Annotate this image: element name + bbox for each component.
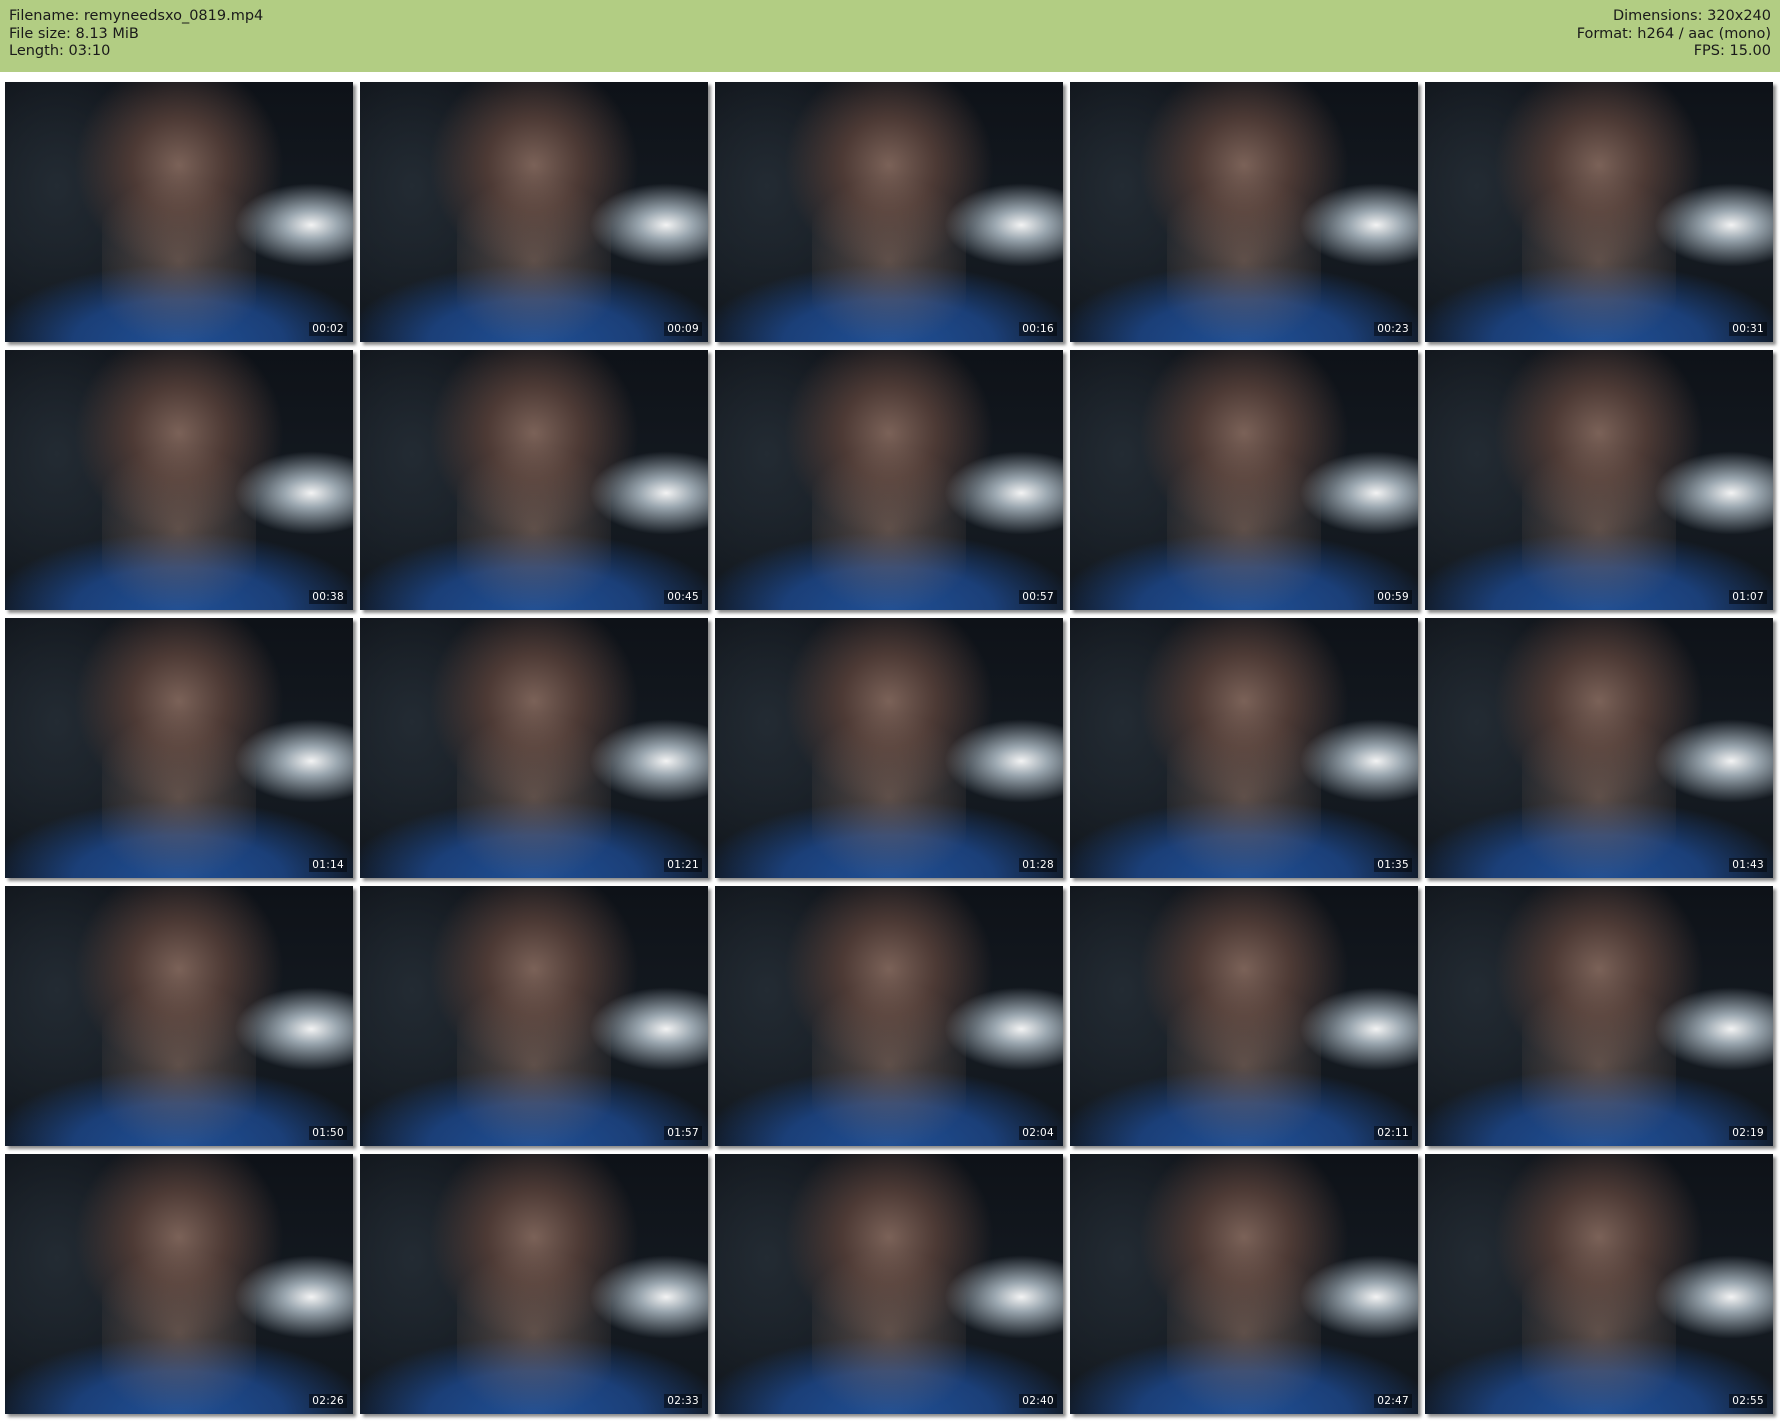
thumbnail-figure [812, 128, 966, 342]
filename-line: Filename: remyneedsxo_0819.mp4 [9, 8, 263, 26]
thumbnail-figure [812, 396, 966, 610]
thumbnail-timestamp: 02:11 [1374, 1126, 1412, 1140]
video-thumbnail[interactable]: 00:09 [360, 82, 708, 342]
video-thumbnail[interactable]: 02:33 [360, 1154, 708, 1414]
thumbnail-timestamp: 00:16 [1019, 322, 1057, 336]
video-thumbnail[interactable]: 00:16 [715, 82, 1063, 342]
thumbnail-figure [1522, 128, 1676, 342]
video-thumbnail[interactable]: 01:07 [1425, 350, 1773, 610]
video-thumbnail[interactable]: 01:50 [5, 886, 353, 1146]
thumbnail-timestamp: 00:57 [1019, 590, 1057, 604]
thumbnail-timestamp: 02:19 [1729, 1126, 1767, 1140]
thumbnail-figure [1522, 664, 1676, 878]
video-thumbnail[interactable]: 01:28 [715, 618, 1063, 878]
thumbnail-figure [812, 932, 966, 1146]
length-line: Length: 03:10 [9, 43, 263, 61]
thumbnail-timestamp: 01:35 [1374, 858, 1412, 872]
thumbnail-timestamp: 00:23 [1374, 322, 1412, 336]
thumbnail-figure [102, 1200, 256, 1414]
filename-value: remyneedsxo_0819.mp4 [83, 8, 264, 24]
thumbnail-figure [457, 664, 611, 878]
thumbnail-timestamp: 02:04 [1019, 1126, 1057, 1140]
video-thumbnail[interactable]: 02:55 [1425, 1154, 1773, 1414]
file-info: Filename: remyneedsxo_0819.mp4 File size… [9, 8, 263, 61]
thumbnail-figure [1167, 932, 1321, 1146]
thumbnail-figure [102, 664, 256, 878]
thumbnail-timestamp: 01:43 [1729, 858, 1767, 872]
format-label: Format: [1576, 25, 1633, 42]
thumbnail-figure [102, 396, 256, 610]
thumbnail-figure [1522, 396, 1676, 610]
thumbnail-figure [1522, 932, 1676, 1146]
video-thumbnail[interactable]: 01:35 [1070, 618, 1418, 878]
video-thumbnail[interactable]: 00:23 [1070, 82, 1418, 342]
video-thumbnail[interactable]: 00:02 [5, 82, 353, 342]
thumbnail-timestamp: 01:57 [664, 1126, 702, 1140]
thumbnail-timestamp: 00:31 [1729, 322, 1767, 336]
thumbnail-figure [457, 932, 611, 1146]
thumbnail-figure [457, 1200, 611, 1414]
video-thumbnail[interactable]: 01:21 [360, 618, 708, 878]
thumbnail-figure [1167, 1200, 1321, 1414]
thumbnail-timestamp: 00:59 [1374, 590, 1412, 604]
video-thumbnail[interactable]: 01:57 [360, 886, 708, 1146]
video-thumbnail[interactable]: 02:04 [715, 886, 1063, 1146]
fps-line: FPS: 15.00 [1577, 43, 1771, 61]
filename-label: Filename: [9, 8, 80, 24]
thumbnail-figure [457, 128, 611, 342]
info-header: Filename: remyneedsxo_0819.mp4 File size… [0, 0, 1780, 72]
fps-label: FPS: [1693, 43, 1725, 59]
fps-value: 15.00 [1729, 43, 1771, 59]
video-thumbnail[interactable]: 00:38 [5, 350, 353, 610]
thumbnail-timestamp: 00:45 [664, 590, 702, 604]
thumbnail-timestamp: 01:21 [664, 858, 702, 872]
thumbnail-figure [812, 664, 966, 878]
video-thumbnail[interactable]: 01:14 [5, 618, 353, 878]
dimensions-line: Dimensions: 320x240 [1577, 8, 1771, 26]
thumbnail-figure [102, 128, 256, 342]
thumbnail-timestamp: 02:40 [1019, 1394, 1057, 1408]
format-line: Format: h264 / aac (mono) [1577, 26, 1771, 44]
video-thumbnail[interactable]: 00:57 [715, 350, 1063, 610]
dimensions-label: Dimensions: [1612, 8, 1703, 24]
video-thumbnail[interactable]: 02:19 [1425, 886, 1773, 1146]
thumbnail-timestamp: 00:09 [664, 322, 702, 336]
video-thumbnail[interactable]: 00:45 [360, 350, 708, 610]
thumbnail-timestamp: 02:33 [664, 1394, 702, 1408]
thumbnail-timestamp: 01:28 [1019, 858, 1057, 872]
video-thumbnail[interactable]: 02:11 [1070, 886, 1418, 1146]
filesize-line: File size: 8.13 MiB [9, 26, 263, 44]
thumbnail-timestamp: 00:02 [309, 322, 347, 336]
thumbnail-timestamp: 01:07 [1729, 590, 1767, 604]
video-info: Dimensions: 320x240 Format: h264 / aac (… [1577, 8, 1771, 61]
thumbnail-timestamp: 02:47 [1374, 1394, 1412, 1408]
length-label: Length: [9, 43, 64, 59]
thumbnail-figure [457, 396, 611, 610]
video-thumbnail[interactable]: 00:59 [1070, 350, 1418, 610]
thumbnail-grid: 00:02 00:09 00:16 00:23 00:31 00:38 00:45 00:57… [5, 82, 1775, 1414]
video-thumbnail[interactable]: 02:26 [5, 1154, 353, 1414]
thumbnail-timestamp: 00:38 [309, 590, 347, 604]
thumbnail-figure [102, 932, 256, 1146]
thumbnail-figure [1167, 396, 1321, 610]
thumbnail-figure [1167, 128, 1321, 342]
thumbnail-figure [812, 1200, 966, 1414]
filesize-value: 8.13 MiB [75, 25, 139, 42]
dimensions-value: 320x240 [1707, 8, 1771, 24]
video-thumbnail[interactable]: 02:47 [1070, 1154, 1418, 1414]
video-thumbnail[interactable]: 01:43 [1425, 618, 1773, 878]
video-thumbnail[interactable]: 02:40 [715, 1154, 1063, 1414]
thumbnail-timestamp: 01:14 [309, 858, 347, 872]
thumbnail-timestamp: 01:50 [309, 1126, 347, 1140]
thumbnail-figure [1522, 1200, 1676, 1414]
thumbnail-timestamp: 02:55 [1729, 1394, 1767, 1408]
thumbnail-timestamp: 02:26 [309, 1394, 347, 1408]
filesize-label: File size: [9, 25, 71, 42]
length-value: 03:10 [68, 43, 111, 59]
format-value: h264 / aac (mono) [1637, 25, 1771, 42]
video-thumbnail[interactable]: 00:31 [1425, 82, 1773, 342]
thumbnail-figure [1167, 664, 1321, 878]
